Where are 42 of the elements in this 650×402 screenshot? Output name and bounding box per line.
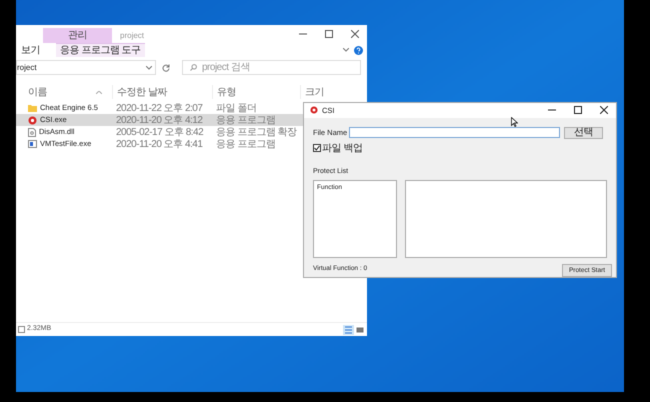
- file-date: 2020-11-20 오후 4:41: [115, 138, 204, 152]
- file-date: 2005-02-17 오후 8:42: [115, 126, 204, 140]
- search-field[interactable]: project 검색: [182, 60, 361, 75]
- browse-button[interactable]: 선택: [564, 126, 604, 138]
- column-header[interactable]: 수정한 날짜: [117, 84, 167, 100]
- maximize-icon[interactable]: [574, 106, 582, 114]
- column-header[interactable]: 크기: [305, 84, 324, 100]
- file-date: 2020-11-20 오후 4:12: [115, 114, 204, 128]
- chevron-down-icon[interactable]: [146, 66, 152, 70]
- ribbon-tab[interactable]: 보기: [17, 43, 44, 57]
- file-type: 응용 프로그램: [215, 138, 276, 152]
- column-header[interactable]: 유형: [217, 84, 236, 100]
- refresh-icon[interactable]: [162, 64, 170, 72]
- checkbox-label: 파일 백업: [322, 142, 362, 156]
- help-icon[interactable]: [354, 46, 363, 54]
- file-name-field[interactable]: [349, 127, 560, 138]
- folder-icon: [28, 104, 37, 112]
- context-tab[interactable]: 관리: [43, 28, 112, 43]
- window-file-icon: [28, 140, 37, 148]
- address-bar[interactable]: roject: [16, 60, 156, 75]
- close-icon[interactable]: [600, 106, 608, 114]
- ribbon-tab[interactable]: 응용 프로그램 도구: [56, 43, 145, 57]
- address-text: roject: [17, 62, 37, 74]
- check-icon: [314, 145, 320, 151]
- document-gear-icon: [28, 128, 36, 136]
- chevron-down-icon[interactable]: [343, 48, 349, 52]
- sort-caret-icon: [96, 90, 102, 94]
- app-icon: [310, 106, 318, 114]
- details-view-icon[interactable]: [343, 324, 354, 334]
- search-icon: [190, 64, 197, 71]
- column-header[interactable]: 이름: [28, 84, 47, 100]
- app-icon: [28, 116, 37, 124]
- file-type: 파일 폴더: [215, 102, 258, 116]
- tiles-view-icon[interactable]: [355, 324, 365, 334]
- file-date: 2020-11-22 오후 2:07: [115, 102, 204, 116]
- maximize-icon[interactable]: [325, 30, 333, 38]
- file-type: 응용 프로그램: [215, 114, 276, 128]
- checkbox[interactable]: [313, 144, 321, 152]
- close-icon[interactable]: [351, 30, 359, 38]
- window-title: project: [120, 30, 144, 42]
- file-type: 응용 프로그램 확장: [215, 126, 298, 140]
- file-size-icon: [18, 326, 25, 333]
